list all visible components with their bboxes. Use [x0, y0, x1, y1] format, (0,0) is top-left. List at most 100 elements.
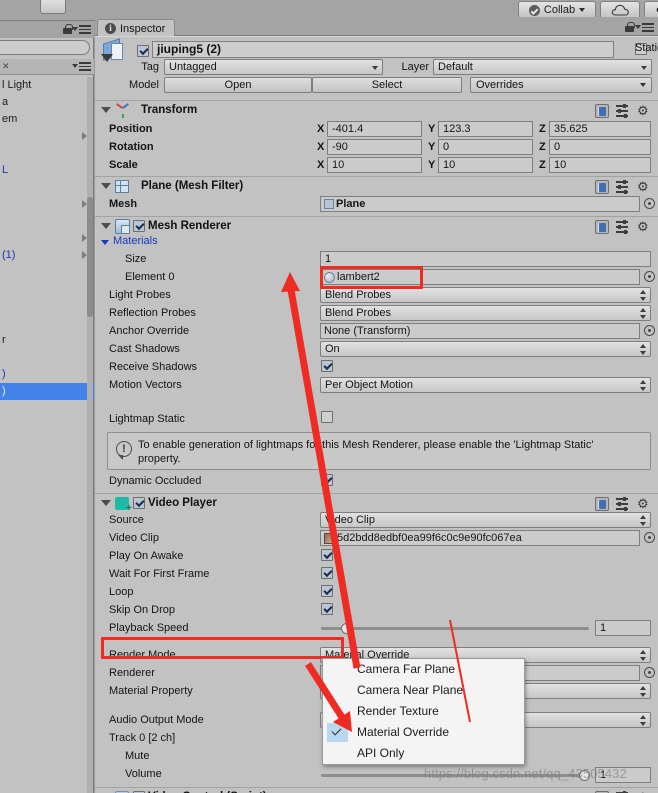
renderer-picker-button[interactable]: [644, 667, 655, 678]
rotation-y-input[interactable]: 0: [438, 139, 533, 155]
component-header-mesh-filter[interactable]: Plane (Mesh Filter) ⚙: [95, 176, 658, 195]
reflection-probes-dropdown[interactable]: Blend Probes: [320, 305, 651, 321]
list-item[interactable]: a: [0, 94, 94, 111]
chevron-down-icon[interactable]: [72, 64, 78, 68]
list-item[interactable]: [0, 315, 94, 332]
chevron-down-icon[interactable]: [635, 25, 641, 29]
source-dropdown[interactable]: Video Clip: [320, 512, 651, 528]
help-icon[interactable]: [595, 180, 609, 194]
foldout-arrow-icon[interactable]: [101, 223, 111, 229]
menu-item-camera-far-plane[interactable]: Camera Far Plane: [323, 659, 524, 680]
preset-icon[interactable]: [616, 220, 630, 234]
playback-speed-input[interactable]: 1: [595, 620, 651, 636]
list-item[interactable]: [0, 213, 94, 230]
materials-foldout-icon[interactable]: [101, 240, 109, 245]
hierarchy-search-input[interactable]: [0, 40, 90, 55]
video-clip-field[interactable]: 5d2bdd8edbf0ea99f6c0c9e90fc067ea: [320, 530, 640, 546]
anchor-override-field[interactable]: None (Transform): [320, 323, 640, 339]
list-item[interactable]: [0, 196, 94, 213]
foldout-arrow-icon[interactable]: [101, 107, 111, 113]
list-item[interactable]: [0, 298, 94, 315]
preset-icon[interactable]: [616, 497, 630, 511]
list-item[interactable]: [0, 179, 94, 196]
skip-on-drop-checkbox[interactable]: [321, 603, 333, 615]
gear-icon[interactable]: ⚙: [637, 104, 650, 117]
scale-y-input[interactable]: 10: [438, 157, 533, 173]
list-item[interactable]: [0, 145, 94, 162]
list-item[interactable]: (1): [0, 247, 94, 264]
position-z-input[interactable]: 35.625: [549, 121, 651, 137]
model-overrides-dropdown[interactable]: Overrides: [470, 77, 652, 93]
rotation-x-input[interactable]: -90: [327, 139, 422, 155]
foldout-arrow-icon[interactable]: [101, 183, 111, 189]
position-x-input[interactable]: -401.4: [327, 121, 422, 137]
anchor-override-picker-button[interactable]: [644, 325, 655, 336]
list-item[interactable]: ): [0, 366, 94, 383]
panel-menu-icon[interactable]: [79, 62, 91, 71]
light-probes-dropdown[interactable]: Blend Probes: [320, 287, 651, 303]
play-on-awake-checkbox[interactable]: [321, 549, 333, 561]
chevron-down-icon[interactable]: [72, 27, 78, 31]
dynamic-occluded-checkbox[interactable]: [321, 474, 333, 486]
gear-icon[interactable]: ⚙: [637, 497, 650, 510]
layer-dropdown[interactable]: Default: [433, 59, 652, 75]
menu-item-material-override[interactable]: Material Override: [323, 722, 524, 743]
video-clip-picker-button[interactable]: [644, 532, 655, 543]
materials-label[interactable]: Materials: [113, 235, 158, 247]
toolbar-left-button[interactable]: [40, 0, 66, 14]
video-player-enabled-checkbox[interactable]: [133, 497, 145, 509]
component-header-video-control[interactable]: Video Control (Script) ⚙: [95, 787, 658, 793]
gameobject-name-input[interactable]: jiuping5 (2): [152, 41, 614, 58]
render-mode-dropdown-menu[interactable]: Camera Far Plane Camera Near Plane Rende…: [322, 658, 525, 765]
model-open-button[interactable]: Open: [164, 77, 312, 93]
gear-icon[interactable]: ⚙: [637, 180, 650, 193]
list-item[interactable]: [0, 349, 94, 366]
component-header-video-player[interactable]: Video Player ⚙: [95, 493, 658, 514]
gear-icon[interactable]: ⚙: [637, 220, 650, 233]
receive-shadows-checkbox[interactable]: [321, 360, 333, 372]
list-item[interactable]: l Light: [0, 77, 94, 94]
lock-icon[interactable]: [625, 22, 635, 32]
gameobject-enabled-checkbox[interactable]: [137, 45, 149, 57]
mesh-renderer-enabled-checkbox[interactable]: [133, 220, 145, 232]
list-item[interactable]: [0, 230, 94, 247]
menu-item-camera-near-plane[interactable]: Camera Near Plane: [323, 680, 524, 701]
lock-icon[interactable]: [63, 24, 73, 34]
playback-speed-slider[interactable]: [321, 627, 589, 630]
foldout-arrow-icon[interactable]: [101, 500, 111, 506]
clear-filter-icon[interactable]: ✕: [2, 61, 10, 72]
list-item[interactable]: [0, 128, 94, 145]
help-icon[interactable]: [595, 104, 609, 118]
menu-item-render-texture[interactable]: Render Texture: [323, 701, 524, 722]
position-y-input[interactable]: 123.3: [438, 121, 533, 137]
mesh-object-field[interactable]: Plane: [320, 196, 640, 212]
preset-icon[interactable]: [616, 104, 630, 118]
panel-menu-icon[interactable]: [79, 25, 91, 34]
list-item[interactable]: r: [0, 332, 94, 349]
hierarchy-scrollbar[interactable]: [87, 77, 93, 793]
loop-checkbox[interactable]: [321, 585, 333, 597]
help-icon[interactable]: [595, 220, 609, 234]
scale-x-input[interactable]: 10: [327, 157, 422, 173]
model-select-button[interactable]: Select: [312, 77, 462, 93]
mesh-picker-button[interactable]: [644, 198, 655, 209]
list-item-selected[interactable]: ): [0, 383, 94, 400]
lightmap-static-checkbox[interactable]: [321, 411, 333, 423]
list-item[interactable]: em: [0, 111, 94, 128]
component-header-mesh-renderer[interactable]: Mesh Renderer ⚙: [95, 216, 658, 235]
list-item[interactable]: L: [0, 162, 94, 179]
materials-size-input[interactable]: 1: [320, 251, 651, 267]
list-item[interactable]: [0, 264, 94, 281]
preset-icon[interactable]: [616, 180, 630, 194]
cast-shadows-dropdown[interactable]: On: [320, 341, 651, 357]
element0-picker-button[interactable]: [644, 271, 655, 282]
scale-z-input[interactable]: 10: [549, 157, 651, 173]
rotation-z-input[interactable]: 0: [549, 139, 651, 155]
menu-item-api-only[interactable]: API Only: [323, 743, 524, 764]
playback-speed-slider-knob[interactable]: [341, 623, 352, 634]
panel-menu-icon[interactable]: [642, 23, 654, 32]
wait-for-first-frame-checkbox[interactable]: [321, 567, 333, 579]
list-item[interactable]: [0, 281, 94, 298]
motion-vectors-dropdown[interactable]: Per Object Motion: [320, 377, 651, 393]
tag-dropdown[interactable]: Untagged: [164, 59, 383, 75]
